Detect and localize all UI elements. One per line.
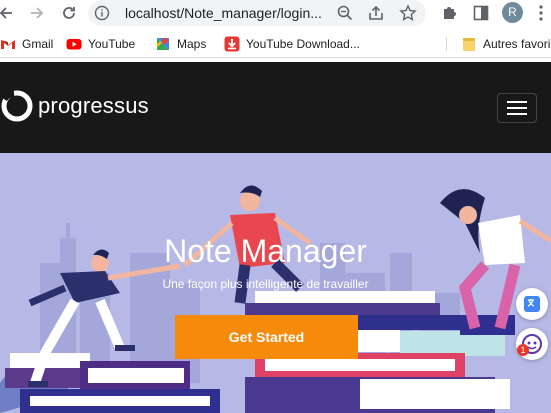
url-text: localhost/Note_manager/login...	[125, 5, 322, 21]
bookmark-label: Gmail	[22, 37, 54, 51]
bookmarks-divider	[446, 37, 447, 51]
hero-title: Note Manager	[164, 233, 367, 269]
translate-button[interactable]	[516, 288, 548, 320]
site-info-icon[interactable]	[94, 5, 110, 21]
reload-icon[interactable]	[57, 1, 81, 25]
bookmark-maps[interactable]: Maps	[155, 36, 206, 52]
translate-icon	[524, 296, 540, 312]
side-panel-icon[interactable]	[471, 3, 491, 23]
brand-logo[interactable]: progressus	[0, 89, 149, 123]
maps-icon	[155, 36, 171, 52]
download-icon	[224, 36, 240, 52]
address-bar[interactable]: localhost/Note_manager/login...	[88, 0, 426, 26]
more-menu-icon[interactable]	[538, 4, 544, 22]
bookmark-label: Autres favoris	[483, 37, 551, 51]
hero-subtitle: Une façon plus intelligente de travaille…	[162, 277, 369, 291]
folder-icon	[461, 36, 477, 52]
bookmark-youtube-download[interactable]: YouTube Download...	[224, 36, 360, 52]
site-navbar: progressus	[0, 62, 551, 153]
hamburger-bar	[507, 113, 527, 115]
profile-avatar[interactable]: R	[502, 2, 523, 23]
bookmark-gmail[interactable]: Gmail	[0, 36, 53, 52]
menu-toggle-button[interactable]	[497, 93, 537, 123]
hero-section: Note Manager Une façon plus intelligente…	[0, 153, 551, 413]
forward-icon[interactable]	[25, 1, 49, 25]
back-icon[interactable]	[0, 1, 18, 25]
bookmark-label: YouTube	[88, 37, 136, 51]
notification-badge: 1	[517, 344, 529, 356]
get-started-button[interactable]: Get Started	[175, 315, 358, 359]
hamburger-bar	[507, 101, 527, 103]
bookmark-youtube[interactable]: YouTube	[66, 36, 135, 52]
logo-ring-icon	[1, 89, 33, 122]
zoom-icon[interactable]	[336, 4, 354, 22]
bookmarks-bar: Gmail YouTube Maps YouTube Download... A…	[0, 30, 551, 58]
brand-name: progressus	[38, 93, 149, 118]
youtube-icon	[66, 36, 82, 52]
gmail-icon	[0, 36, 16, 52]
bookmark-label: YouTube Download...	[246, 37, 360, 51]
hamburger-bar	[507, 107, 527, 109]
extensions-puzzle-icon[interactable]	[440, 3, 460, 23]
browser-toolbar: localhost/Note_manager/login... R	[0, 0, 551, 26]
share-icon[interactable]	[367, 4, 385, 22]
bookmark-label: Maps	[177, 37, 207, 51]
bookmark-other-favorites[interactable]: Autres favoris	[461, 36, 551, 52]
bookmark-star-icon[interactable]	[399, 4, 417, 22]
